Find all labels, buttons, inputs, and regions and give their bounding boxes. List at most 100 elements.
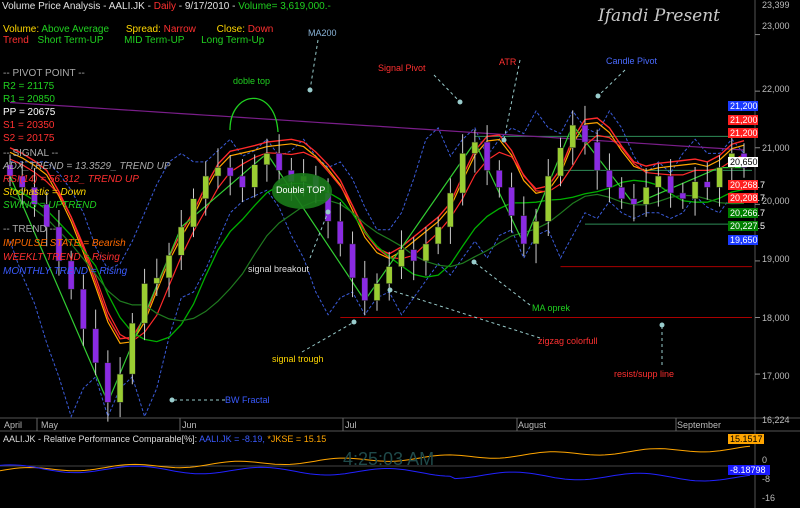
y-tick: 22,000	[762, 84, 790, 94]
x-label: April	[4, 420, 23, 430]
y-tick: 18,000	[762, 313, 790, 323]
candle-body	[557, 147, 564, 177]
y-tick: 23,000	[762, 21, 790, 31]
candle-body	[630, 198, 638, 205]
candle-body	[483, 141, 491, 171]
candle-body	[80, 288, 87, 330]
arrow-resist-supp-head	[659, 322, 665, 328]
price-box: 20,650	[728, 157, 758, 167]
ann-resist-supp: resist/supp line	[614, 369, 675, 379]
y-tick: 23,399	[762, 0, 790, 10]
x-label: May	[41, 420, 59, 430]
y-tick: 20,000	[762, 196, 790, 206]
candle-body	[361, 277, 369, 301]
candle-body	[178, 226, 185, 256]
arrow-signal-trough-head	[351, 319, 357, 325]
candle-body	[385, 266, 393, 284]
price-box: 20,268.7	[728, 180, 766, 190]
lower-y-tick: -16	[762, 493, 776, 503]
arrow-candle-pivot-head	[595, 93, 601, 99]
candle-body	[434, 226, 442, 245]
ann-ma-oprek: MA oprek	[532, 303, 571, 313]
candle-body	[398, 249, 405, 267]
pivot-r1: R1 = 20850	[3, 94, 55, 105]
y-tick: 21,000	[762, 143, 790, 153]
lower-y-tick: 0	[762, 455, 768, 465]
candle-body	[532, 221, 540, 245]
aali-box: -8.18798	[728, 465, 770, 475]
candle-body	[104, 362, 112, 403]
candle-body	[92, 328, 99, 364]
trend-impulse: IMPULSE STATE = Bearish	[3, 238, 126, 249]
signal-rsi: RSI(14) = 56.312_ TREND UP	[3, 174, 139, 185]
ann-bw-fractal: BW Fractal	[225, 395, 270, 405]
y-tick: 16,224	[762, 415, 790, 425]
price-box: 20,227.5	[728, 221, 766, 231]
candle-body	[165, 255, 173, 279]
candle-body	[239, 175, 246, 188]
jkse-box: 15.1517	[728, 434, 764, 444]
pivot-s1: S1 = 20350	[3, 120, 55, 131]
signal-adx: ADX_TREND = 13.3529_ TREND UP	[3, 161, 171, 172]
candle-body	[349, 243, 356, 279]
candle-body	[337, 221, 344, 245]
x-label: August	[518, 420, 547, 430]
candle-body	[251, 164, 258, 188]
candle-body	[667, 175, 674, 194]
candle-body	[508, 187, 515, 216]
candle-body	[263, 153, 271, 165]
candle-body	[642, 187, 650, 205]
candle-body	[422, 243, 430, 262]
candle-body	[275, 153, 283, 171]
chart-title: Volume Price Analysis - AALI.JK - Daily …	[2, 1, 331, 12]
candle-body	[716, 167, 723, 188]
price-box: 21,200	[728, 101, 758, 111]
ann-ma200: MA200	[308, 28, 337, 38]
candle-body	[545, 175, 552, 222]
arrow-signal-breakout-head	[325, 209, 331, 215]
candle-body	[606, 170, 613, 188]
ann-candle-pivot: Candle Pivot	[606, 56, 658, 66]
price-box: 20,208.7	[728, 193, 766, 203]
y-tick: 19,000	[762, 254, 790, 264]
trend-header: -- TREND --	[3, 224, 57, 235]
arrow-atr-head	[501, 137, 507, 143]
candle-body	[153, 277, 161, 284]
lower-y-tick: -8	[762, 474, 771, 484]
candle-body	[141, 283, 148, 324]
arrow-ma200-head	[307, 87, 313, 93]
arrow-ma-oprek-head	[471, 259, 477, 265]
candle-body	[129, 322, 136, 375]
y-tick: 17,000	[762, 371, 790, 381]
candle-body	[569, 124, 576, 148]
candle-body	[655, 175, 662, 188]
legend-row-2: Trend Short Term-UP MID Term-UP Long Ter…	[3, 35, 265, 46]
candle-body	[459, 153, 466, 194]
candle-body	[520, 215, 528, 245]
candle-body	[447, 192, 454, 228]
candle-body	[581, 124, 589, 143]
price-chart	[0, 0, 800, 508]
candle-body	[471, 141, 479, 154]
arrow-bw-fractal-head	[169, 397, 175, 403]
ann-signal-pivot: Signal Pivot	[378, 63, 426, 73]
candle-body	[679, 192, 687, 199]
signal-header: -- SIGNAL --	[3, 148, 59, 159]
ann-double-top: Double TOP	[276, 185, 326, 195]
candle-body	[116, 373, 124, 403]
signal-stochastic: Stochastic = Down	[3, 187, 87, 198]
candle-body	[226, 167, 234, 177]
pivot-r2: R2 = 21175	[3, 81, 55, 92]
watermark: Ifandi Present	[598, 6, 721, 26]
pivot-header: -- PIVOT POINT --	[3, 68, 85, 79]
ann-doble-top: doble top	[233, 76, 271, 86]
price-box: 21,200	[728, 128, 758, 138]
candle-body	[691, 181, 699, 199]
pivot-pp: PP = 20675	[3, 107, 56, 118]
ann-signal-trough: signal trough	[272, 354, 324, 364]
candle-body	[214, 167, 222, 177]
candle-body	[496, 170, 503, 188]
price-box: 20,266.7	[728, 208, 766, 218]
candle-body	[373, 283, 381, 301]
price-box: 21,200	[728, 115, 758, 125]
